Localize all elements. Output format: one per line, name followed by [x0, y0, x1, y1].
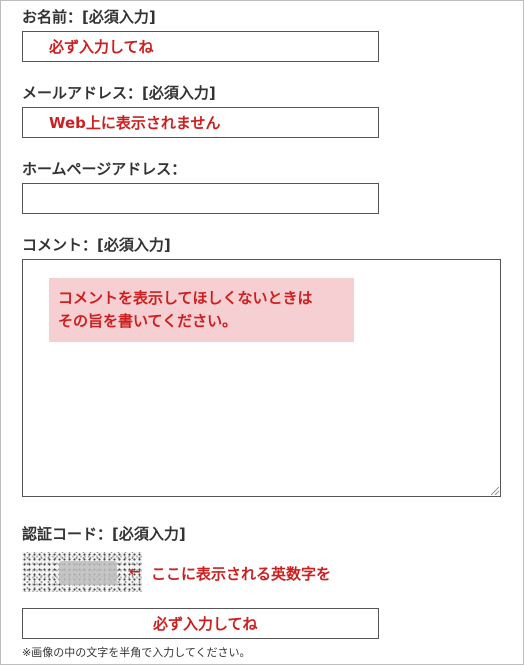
- captcha-input[interactable]: 必ず入力してね: [22, 608, 379, 639]
- captcha-input-value: 必ず入力してね: [153, 615, 258, 633]
- homepage-label: ホームページアドレス：: [22, 160, 187, 178]
- captcha-footnote: ※画像の中の文字を半角で入力してください。: [22, 646, 251, 659]
- email-label: メールアドレス：[必須入力]: [22, 84, 216, 102]
- comment-label: コメント：[必須入力]: [22, 236, 171, 254]
- name-input-value: 必ず入力してね: [49, 38, 154, 56]
- comment-note-line-1: コメントを表示してほしくないときは: [58, 289, 313, 307]
- left-arrow-icon: ←: [129, 564, 141, 580]
- captcha-image: [22, 552, 142, 592]
- captcha-hint: ここに表示される英数字を: [151, 565, 332, 583]
- name-input[interactable]: 必ず入力してね: [22, 31, 379, 62]
- comment-note-line-2: その旨を書いてください。: [58, 312, 238, 330]
- email-input[interactable]: Web上に表示されません: [22, 107, 379, 138]
- captcha-label: 認証コード：[必須入力]: [22, 525, 186, 543]
- resize-grip-icon[interactable]: [491, 487, 499, 495]
- homepage-input[interactable]: [22, 183, 379, 214]
- comment-note-box: コメントを表示してほしくないときは その旨を書いてください。: [49, 278, 354, 342]
- email-input-value: Web上に表示されません: [49, 114, 221, 132]
- name-label: お名前：[必須入力]: [22, 8, 156, 26]
- captcha-blur-mask: [59, 561, 117, 585]
- comment-form-frame: お名前：[必須入力] 必ず入力してね メールアドレス：[必須入力] Web上に表…: [0, 0, 524, 665]
